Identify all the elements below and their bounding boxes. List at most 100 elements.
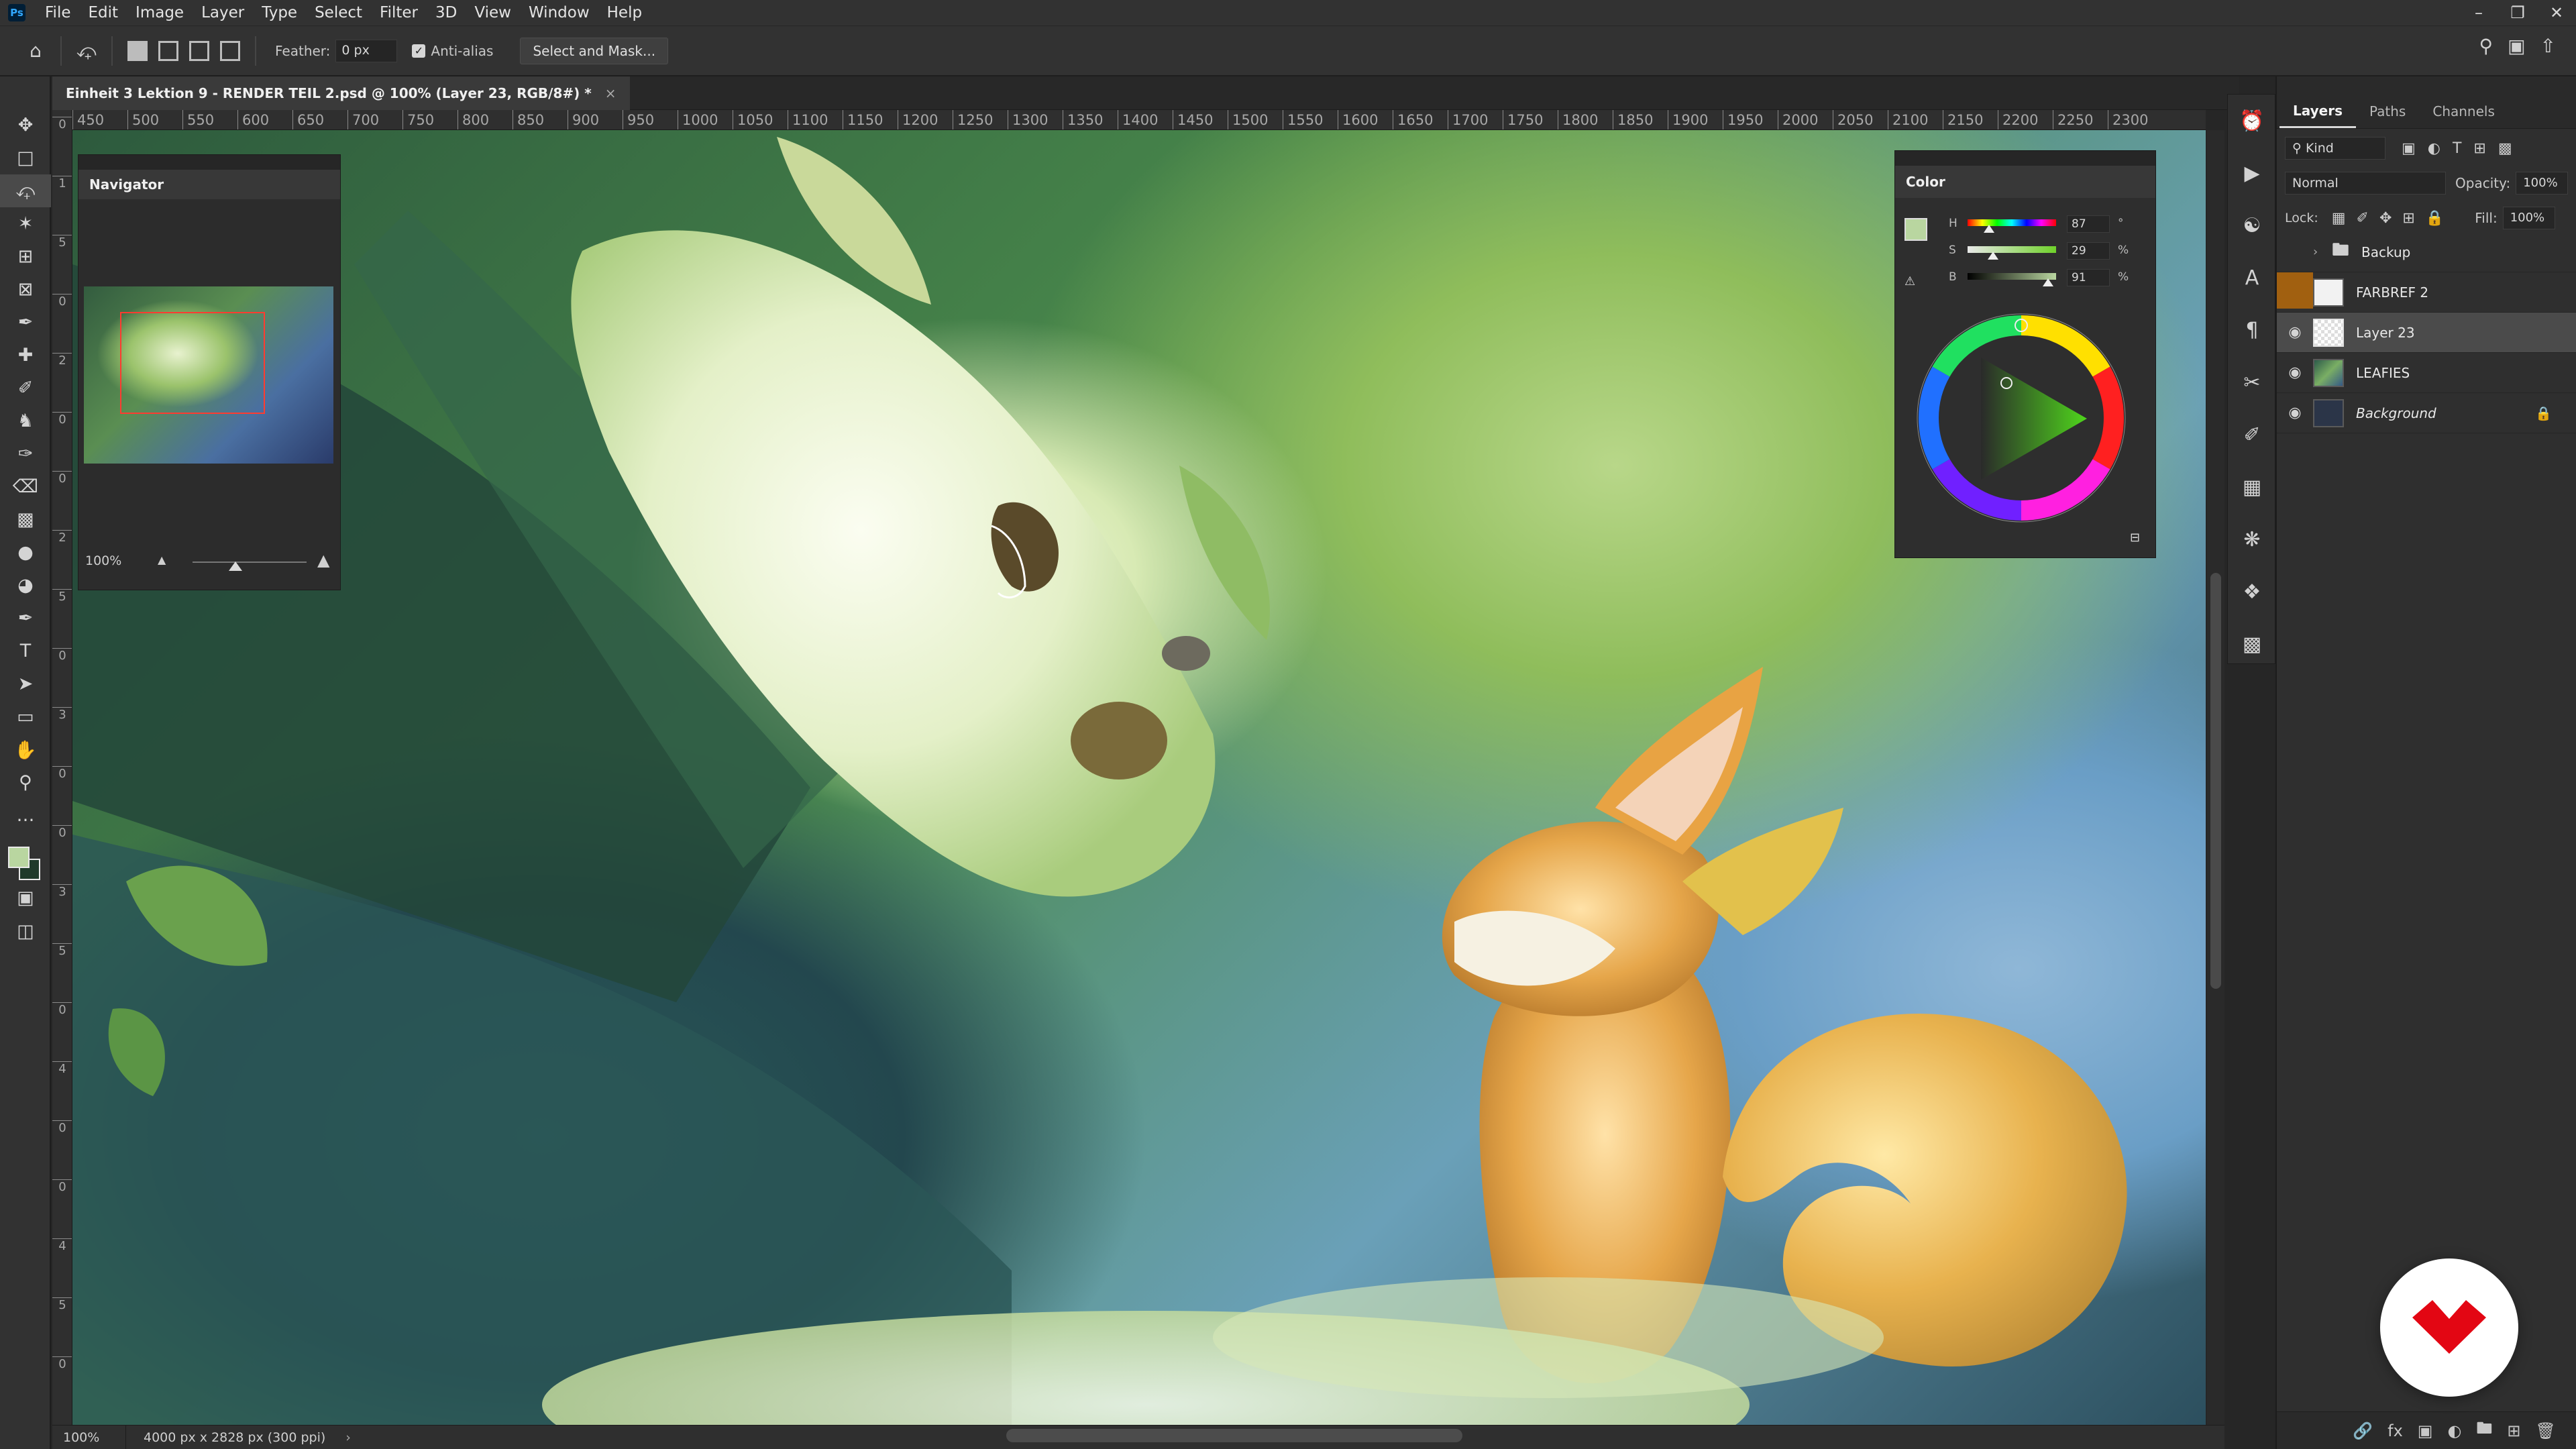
lasso-tool-icon[interactable]: ⤽	[0, 174, 51, 207]
antialias-checkbox[interactable]: ✓	[412, 44, 426, 58]
paragraph-icon[interactable]: ¶	[2228, 304, 2276, 356]
path-selection-tool-icon[interactable]: ➤	[0, 667, 51, 700]
eye-icon[interactable]: ◉	[2277, 364, 2313, 381]
crop-tool-icon[interactable]: ⊞	[0, 240, 51, 273]
tool-presets-icon[interactable]: ✂	[2228, 356, 2276, 409]
marquee-tool-icon[interactable]: □	[0, 142, 51, 174]
layer-name[interactable]: Background	[2356, 405, 2436, 421]
swatches-icon[interactable]: ▩	[2228, 618, 2276, 670]
expand-icon[interactable]: ⊟	[2130, 531, 2140, 545]
color-title[interactable]: Color	[1895, 166, 2155, 198]
rectangle-tool-icon[interactable]: ▭	[0, 700, 51, 733]
menu-window[interactable]: Window	[520, 4, 598, 21]
blend-mode-select[interactable]: Normal	[2285, 172, 2446, 195]
layer-name[interactable]: LEAFIES	[2356, 365, 2410, 381]
layer-filter-icons[interactable]: ▣◐T⊞▩	[2402, 140, 2524, 157]
hue-slider-knob[interactable]	[1983, 225, 1994, 233]
document-tab[interactable]: Einheit 3 Lektion 9 - RENDER TEIL 2.psd …	[52, 76, 630, 110]
history-brush-tool-icon[interactable]: ✑	[0, 437, 51, 470]
restore-icon[interactable]: ❐	[2498, 3, 2537, 22]
status-doc-size[interactable]: 4000 px x 2828 px (300 ppi)	[144, 1430, 325, 1445]
color-swatches[interactable]	[8, 847, 42, 883]
add-to-selection-icon[interactable]	[158, 40, 178, 61]
intersect-selection-icon[interactable]	[220, 40, 240, 61]
brightness-slider-knob[interactable]	[2043, 278, 2054, 286]
subtract-from-selection-icon[interactable]	[189, 40, 209, 61]
brushes-icon[interactable]: ✐	[2228, 409, 2276, 461]
layer-row-leafies[interactable]: ◉ LEAFIES	[2277, 353, 2576, 393]
layer-row-layer-23[interactable]: ◉ Layer 23	[2277, 313, 2576, 353]
gamut-warning-icon[interactable]: ⚠	[1904, 274, 1915, 288]
properties-icon[interactable]: ☯	[2228, 199, 2276, 252]
vertical-scrollbar[interactable]	[2207, 130, 2224, 1425]
status-chevron-icon[interactable]: ›	[345, 1430, 351, 1445]
hue-slider[interactable]	[1968, 219, 2056, 226]
new-selection-icon[interactable]	[127, 40, 148, 61]
menu-select[interactable]: Select	[306, 4, 371, 21]
feather-input[interactable]: 0 px	[335, 39, 398, 62]
menu-filter[interactable]: Filter	[371, 4, 427, 21]
lasso-tool-preset-icon[interactable]: ⤽	[71, 36, 102, 66]
minimize-icon[interactable]: –	[2459, 3, 2498, 22]
color-foreground-swatch[interactable]	[1904, 218, 1927, 241]
libraries-icon[interactable]: ▦	[2228, 461, 2276, 513]
zoom-out-icon[interactable]: ▲	[158, 553, 166, 566]
menu-image[interactable]: Image	[127, 4, 193, 21]
navigator-title[interactable]: Navigator	[78, 170, 340, 199]
photoshop-logo[interactable]: Ps	[8, 4, 25, 21]
actions-play-icon[interactable]: ▶	[2228, 147, 2276, 199]
chevron-right-icon[interactable]: ›	[2313, 245, 2332, 259]
eyedropper-tool-icon[interactable]: ✒	[0, 306, 51, 339]
link-layers-icon[interactable]: 🔗	[2353, 1421, 2373, 1440]
hue-input[interactable]: 87	[2067, 215, 2110, 233]
frame-tool-icon[interactable]: ⊠	[0, 273, 51, 306]
navigator-zoom-knob[interactable]	[229, 561, 242, 571]
menu-view[interactable]: View	[466, 4, 520, 21]
quick-mask-icon[interactable]: ▣	[0, 881, 51, 914]
navigator-thumbnail[interactable]	[84, 286, 333, 464]
navigator-zoom-value[interactable]: 100%	[85, 553, 121, 568]
menu-edit[interactable]: Edit	[80, 4, 127, 21]
gradient-tool-icon[interactable]: ▩	[0, 503, 51, 536]
opacity-input[interactable]: 100%	[2516, 172, 2569, 195]
new-group-icon[interactable]: 🖿	[2476, 1417, 2492, 1444]
navigator-zoom-slider[interactable]	[193, 561, 307, 563]
vertical-ruler[interactable]: 0 1 5 0 2 0 0 2 5 0 3 0 0 3 5 0 4 0 0 4 5 0	[52, 110, 72, 1425]
status-zoom[interactable]: 100%	[52, 1425, 126, 1449]
fill-input[interactable]: 100%	[2502, 207, 2555, 229]
new-layer-icon[interactable]: ⊞	[2507, 1421, 2520, 1440]
layer-name[interactable]: Backup	[2361, 244, 2410, 260]
navigator-proxy-view[interactable]	[120, 312, 265, 414]
zoom-in-icon[interactable]: ▲	[317, 551, 329, 570]
more-tools-icon[interactable]: …	[0, 799, 51, 832]
clone-stamp-tool-icon[interactable]: ♞	[0, 405, 51, 437]
brightness-input[interactable]: 91	[2067, 269, 2110, 286]
eye-icon[interactable]: ◉	[2277, 405, 2313, 421]
layer-name[interactable]: Layer 23	[2356, 325, 2415, 341]
history-icon[interactable]: ⏰	[2228, 95, 2276, 147]
move-tool-icon[interactable]: ✥	[0, 109, 51, 142]
select-and-mask-button[interactable]: Select and Mask...	[520, 37, 669, 64]
dodge-tool-icon[interactable]: ◕	[0, 569, 51, 602]
tab-paths[interactable]: Paths	[2356, 95, 2419, 128]
character-icon[interactable]: A	[2228, 252, 2276, 304]
horizontal-ruler[interactable]: 450 500 550 600 650 700 750 800 850 900 950 1000 105…	[72, 110, 2206, 130]
tab-layers[interactable]: Layers	[2279, 95, 2356, 128]
workspace-icon[interactable]: ▣	[2508, 35, 2525, 57]
panel-grip[interactable]	[1895, 151, 2155, 166]
blur-tool-icon[interactable]: ●	[0, 536, 51, 569]
close-icon[interactable]: ✕	[2537, 3, 2576, 22]
search-icon[interactable]: ⚲	[2479, 35, 2493, 57]
share-icon[interactable]: ⇧	[2540, 35, 2556, 57]
zoom-tool-icon[interactable]: ⚲	[0, 766, 51, 799]
document-canvas[interactable]	[72, 130, 2206, 1425]
layer-name[interactable]: FARBREF 2	[2356, 284, 2428, 301]
layer-row-backup[interactable]: › 🖿 Backup	[2277, 232, 2576, 272]
menu-3d[interactable]: 3D	[427, 4, 466, 21]
layer-row-background[interactable]: ◉ Background 🔒	[2277, 393, 2576, 433]
hand-tool-icon[interactable]: ✋	[0, 733, 51, 766]
menu-file[interactable]: File	[36, 4, 80, 21]
type-tool-icon[interactable]: T	[0, 635, 51, 667]
delete-layer-icon[interactable]: 🗑	[2536, 1421, 2556, 1440]
home-icon[interactable]: ⌂	[20, 36, 51, 66]
